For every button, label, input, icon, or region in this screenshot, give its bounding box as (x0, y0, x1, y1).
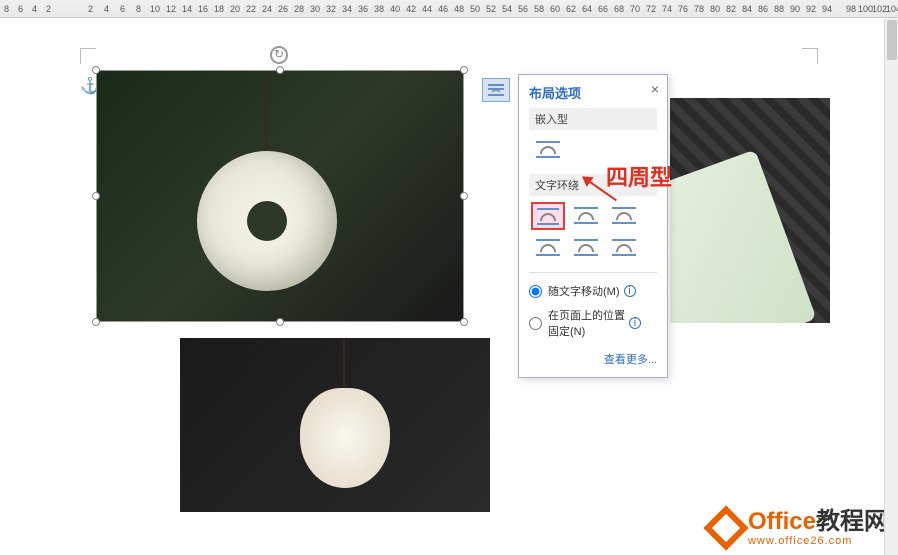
radio-fixed-position[interactable]: 在页面上的位置 固定(N) i (529, 303, 657, 343)
layout-options-popup: × 布局选项 嵌入型 文字环绕 随文字移动(M) i 在页面上的位置 固定(N) (518, 74, 668, 378)
resize-handle[interactable] (460, 66, 468, 74)
close-icon[interactable]: × (651, 81, 659, 97)
watermark-url: www.office26.com (748, 535, 888, 547)
wrap-topbottom-icon[interactable] (531, 234, 565, 262)
selected-image-jade-disc[interactable] (96, 70, 464, 322)
see-more-link[interactable]: 查看更多... (529, 351, 657, 367)
resize-handle[interactable] (276, 318, 284, 326)
info-icon[interactable]: i (624, 285, 636, 297)
resize-handle[interactable] (276, 66, 284, 74)
scroll-thumb[interactable] (887, 20, 897, 60)
resize-handle[interactable] (460, 318, 468, 326)
layout-options-button[interactable] (482, 78, 510, 102)
section-inline-label: 嵌入型 (529, 108, 657, 130)
resize-handle[interactable] (460, 192, 468, 200)
annotation-label: 四周型 (606, 160, 672, 192)
watermark-brand-cn: 教程网 (816, 508, 888, 535)
radio-input[interactable] (529, 285, 542, 298)
page-margin-corner (802, 48, 818, 64)
rotation-handle[interactable] (270, 46, 288, 64)
wrap-behind-icon[interactable] (569, 234, 603, 262)
vertical-scrollbar[interactable] (884, 18, 898, 555)
radio-move-with-text[interactable]: 随文字移动(M) i (529, 279, 657, 303)
page-margin-corner (80, 48, 96, 64)
horizontal-ruler: 8642 2468 10121416 18202224 26283032 343… (0, 0, 898, 18)
resize-handle[interactable] (92, 192, 100, 200)
radio-input[interactable] (529, 317, 542, 330)
radio-label: 在页面上的位置 固定(N) (548, 307, 625, 339)
wrap-tight-icon[interactable] (569, 202, 603, 230)
popup-title: 布局选项 (529, 83, 657, 102)
wrap-through-icon[interactable] (607, 202, 641, 230)
resize-handle[interactable] (92, 318, 100, 326)
resize-handle[interactable] (92, 66, 100, 74)
watermark: Office教程网 www.office26.com (710, 509, 888, 547)
wrap-front-icon[interactable] (607, 234, 641, 262)
wrap-square-icon[interactable] (531, 202, 565, 230)
watermark-brand-en: Office (748, 508, 816, 535)
info-icon[interactable]: i (629, 317, 641, 329)
wrap-inline-icon[interactable] (531, 136, 565, 164)
document-canvas[interactable]: ⚓ × 布局选项 嵌入型 文字环绕 (0, 18, 898, 555)
radio-label: 随文字移动(M) (548, 283, 620, 299)
image-jade-plaque[interactable] (670, 98, 830, 323)
office-logo-icon (703, 505, 748, 550)
image-jade-pendant[interactable] (180, 338, 490, 512)
